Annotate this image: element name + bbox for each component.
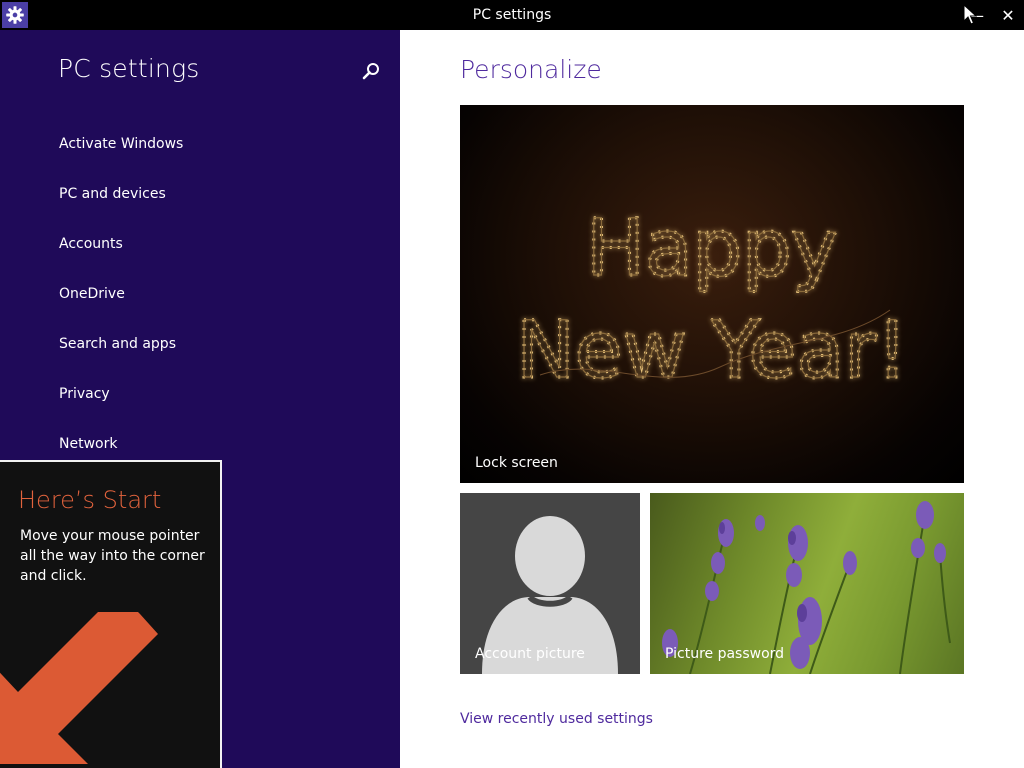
lock-screen-image: Happy Happy New Year! New Year! — [515, 203, 909, 398]
lock-screen-text-line1-outline: Happy — [586, 204, 838, 294]
mouse-cursor-icon — [963, 4, 977, 25]
start-tip-body: Move your mouse pointer all the way into… — [20, 528, 205, 584]
sidebar-item-accounts[interactable]: Accounts — [59, 234, 183, 284]
lock-screen-tile[interactable]: Happy Happy New Year! New Year! Lock scr… — [460, 105, 964, 483]
sidebar-item-pc-and-devices[interactable]: PC and devices — [59, 184, 183, 234]
page-title: Personalize — [460, 55, 602, 84]
sidebar-item-activate-windows[interactable]: Activate Windows — [59, 134, 183, 184]
main-content: Personalize Happy Happy New Year! New Ye… — [400, 30, 1024, 768]
view-recent-settings-link[interactable]: View recently used settings — [460, 711, 653, 727]
start-tip-popup[interactable]: Here’s Start Move your mouse pointer all… — [0, 460, 222, 768]
lock-screen-text-line2-outline: New Year! — [516, 306, 907, 396]
picture-password-tile[interactable]: Picture password — [650, 493, 964, 674]
sidebar-nav: Activate Windows PC and devices Accounts… — [59, 134, 183, 484]
title-bar: PC settings — ✕ — [0, 0, 1024, 30]
sidebar-title: PC settings — [58, 54, 200, 83]
account-picture-label: Account picture — [475, 646, 585, 662]
lock-screen-label: Lock screen — [475, 455, 558, 471]
sidebar-item-onedrive[interactable]: OneDrive — [59, 284, 183, 334]
search-icon[interactable] — [360, 60, 382, 82]
arrow-down-left-icon — [0, 612, 158, 764]
sidebar-item-privacy[interactable]: Privacy — [59, 384, 183, 434]
window-title: PC settings — [472, 7, 552, 23]
close-button[interactable]: ✕ — [993, 0, 1023, 30]
start-tip-title: Here’s Start — [18, 486, 162, 514]
account-picture-tile[interactable]: Account picture — [460, 493, 640, 674]
sidebar-item-search-and-apps[interactable]: Search and apps — [59, 334, 183, 384]
picture-password-label: Picture password — [665, 646, 785, 662]
